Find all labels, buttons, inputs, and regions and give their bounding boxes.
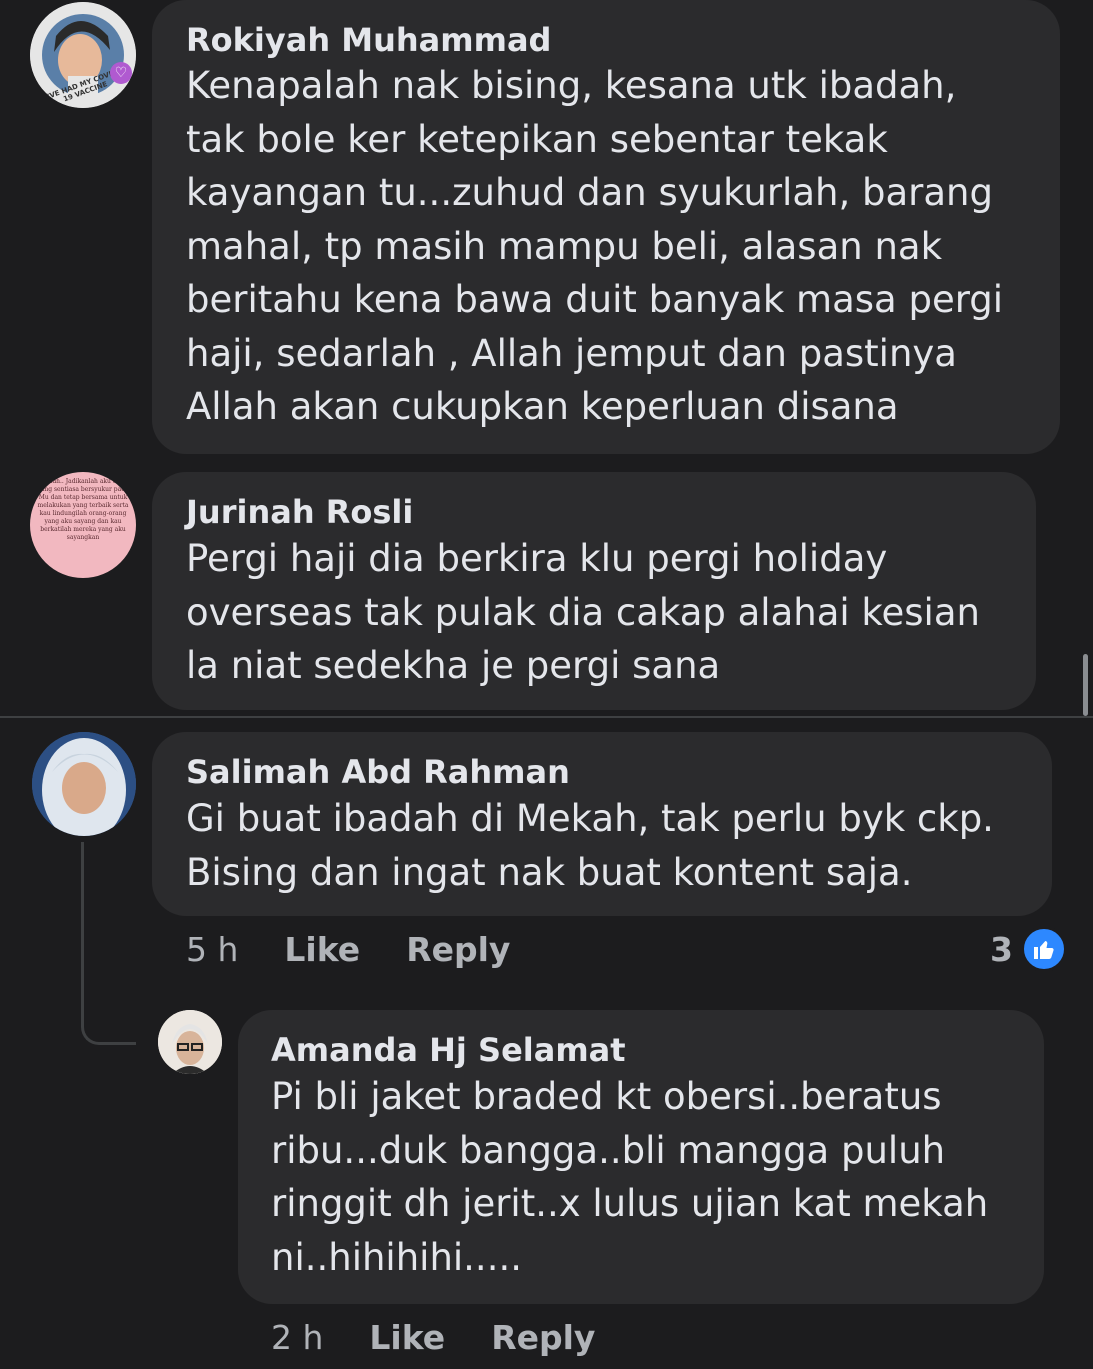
section-divider [0, 716, 1093, 718]
reaction-summary[interactable]: 3 [990, 926, 1067, 972]
comment-bubble-salimah: Salimah Abd Rahman Gi buat ibadah di Mek… [152, 732, 1052, 916]
avatar-rokiyah[interactable]: I'VE HAD MY COVID-19 VACCINE ♡ [30, 2, 136, 108]
thread-connector [81, 1012, 136, 1045]
comment-bubble-amanda: Amanda Hj Selamat Pi bli jaket braded kt… [238, 1010, 1044, 1304]
comment-author[interactable]: Jurinah Rosli [186, 492, 1036, 532]
comment-text: Pergi haji dia berkira klu pergi holiday… [186, 537, 980, 687]
like-button[interactable]: Like [369, 1318, 445, 1357]
comment-text: Kenapalah nak bising, kesana utk ibadah,… [186, 64, 1004, 428]
avatar-amanda[interactable] [158, 1010, 222, 1074]
scrollbar-thumb[interactable] [1083, 654, 1088, 716]
comment-author[interactable]: Amanda Hj Selamat [271, 1030, 1044, 1070]
thumbs-up-icon [1020, 926, 1067, 972]
thread-line [81, 842, 84, 1012]
reply-actions: 2 h Like Reply [271, 1318, 641, 1357]
comment-bubble-rokiyah: Rokiyah Muhammad Kenapalah nak bising, k… [152, 0, 1060, 454]
like-button[interactable]: Like [284, 930, 360, 969]
comment-time[interactable]: 2 h [271, 1318, 323, 1357]
avatar-text: Ya Allah.. Jadikanlah aku orang yang sen… [35, 478, 131, 541]
reply-button[interactable]: Reply [406, 930, 510, 969]
comment-text: Gi buat ibadah di Mekah, tak perlu byk c… [186, 797, 994, 894]
comment-text: Pi bli jaket braded kt obersi..beratus r… [271, 1075, 989, 1279]
reaction-count: 3 [990, 929, 1013, 969]
avatar-photo-amanda [158, 1010, 222, 1074]
comment-time[interactable]: 5 h [186, 930, 238, 969]
comment-author[interactable]: Rokiyah Muhammad [186, 20, 1060, 60]
heart-badge-icon: ♡ [110, 62, 132, 84]
avatar-salimah[interactable] [32, 732, 136, 836]
comment-actions: 5 h Like Reply [186, 930, 556, 969]
comment-author[interactable]: Salimah Abd Rahman [186, 752, 1052, 792]
comment-bubble-jurinah: Jurinah Rosli Pergi haji dia berkira klu… [152, 472, 1036, 710]
avatar-jurinah[interactable]: Ya Allah.. Jadikanlah aku orang yang sen… [30, 472, 136, 578]
reply-button[interactable]: Reply [491, 1318, 595, 1357]
avatar-photo-salimah [32, 732, 136, 836]
